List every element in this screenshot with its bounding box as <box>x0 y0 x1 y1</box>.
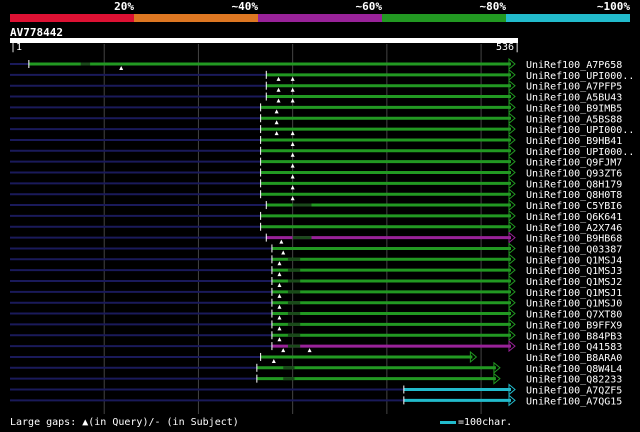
hit-row[interactable]: UniRef100_B9IMB5 <box>10 101 622 114</box>
hit-label[interactable]: UniRef100_Q03387 <box>526 244 622 255</box>
hit-label[interactable]: UniRef100_B9FFX9 <box>526 320 622 331</box>
query-gap-marker-icon <box>277 315 282 320</box>
hit-label[interactable]: UniRef100_Q1MSJ0 <box>526 299 622 310</box>
hit-label[interactable]: UniRef100_A5BS88 <box>526 114 622 125</box>
hit-row[interactable]: UniRef100_A5BU43 <box>10 90 622 104</box>
hit-row[interactable]: UniRef100_Q1MSJ2 <box>10 274 622 288</box>
hit-row[interactable]: UniRef100_Q8H179 <box>10 177 622 190</box>
hit-label[interactable]: UniRef100_Q8H179 <box>526 179 622 190</box>
scale-line-icon <box>440 420 456 424</box>
hit-row[interactable]: UniRef100_B9FFX9 <box>10 318 622 331</box>
hit-row[interactable]: UniRef100_A7PFP5 <box>10 79 622 93</box>
query-gap-marker-icon <box>279 239 284 244</box>
hit-row[interactable]: UniRef100_B8ARA0 <box>10 350 622 364</box>
hit-label[interactable]: UniRef100_A2X746 <box>526 223 622 234</box>
hit-label[interactable]: UniRef100_A7P658 <box>526 60 622 71</box>
hit-row[interactable]: UniRef100_A5BS88 <box>10 112 622 125</box>
hit-row[interactable]: UniRef100_B9HB68 <box>10 231 622 245</box>
hit-row[interactable]: UniRef100_UPI000.. <box>10 68 634 82</box>
hit-row[interactable]: UniRef100_A2X746 <box>10 220 622 234</box>
hit-row[interactable]: UniRef100_Q8H0T8 <box>10 188 622 201</box>
query-gap-marker-icon <box>290 76 295 81</box>
hit-row[interactable]: UniRef100_Q9FJM7 <box>10 155 622 169</box>
query-gap-marker-icon <box>290 141 295 146</box>
hit-row[interactable]: UniRef100_Q82233 <box>10 372 622 386</box>
hit-label[interactable]: UniRef100_Q1MSJ4 <box>526 255 622 266</box>
hit-row[interactable]: UniRef100_Q41583 <box>10 340 622 353</box>
query-gap-marker-icon <box>290 87 295 92</box>
hit-row[interactable]: UniRef100_Q03387 <box>10 242 622 255</box>
query-gap-marker-icon <box>290 174 295 179</box>
scale-text: =100char. <box>458 417 513 428</box>
query-gap-marker-icon <box>307 348 312 353</box>
query-gap-marker-icon <box>274 131 279 136</box>
hit-row[interactable]: UniRef100_B9HB41 <box>10 133 622 147</box>
query-gap-marker-icon <box>290 152 295 157</box>
query-gap-marker-icon <box>277 272 282 277</box>
query-gap-marker-icon <box>281 348 286 353</box>
hit-row[interactable]: UniRef100_Q1MSJ4 <box>10 253 622 266</box>
query-gap-marker-icon <box>277 261 282 266</box>
query-gap-marker-icon <box>290 196 295 201</box>
query-gap-marker-icon <box>276 98 281 103</box>
query-gap-marker-icon <box>281 250 286 255</box>
hit-label[interactable]: UniRef100_A7PFP5 <box>526 82 622 93</box>
query-gap-marker-icon <box>119 66 124 70</box>
query-gap-marker-icon <box>276 76 281 81</box>
hit-label[interactable]: UniRef100_Q1MSJ3 <box>526 266 622 277</box>
hit-label[interactable]: UniRef100_A7QG15 <box>526 396 622 407</box>
query-gap-marker-icon <box>274 120 279 125</box>
scale-legend: =100char. <box>440 417 512 428</box>
hit-label[interactable]: UniRef100_B9IMB5 <box>526 103 622 114</box>
hit-label[interactable]: UniRef100_UPI000.. <box>526 71 634 82</box>
query-gap-marker-icon <box>274 109 279 114</box>
hit-label[interactable]: UniRef100_C5YBI6 <box>526 201 622 212</box>
query-gap-marker-icon <box>277 293 282 298</box>
hit-label[interactable]: UniRef100_B9HB68 <box>526 234 622 245</box>
hit-label[interactable]: UniRef100_Q1MSJ2 <box>526 277 622 288</box>
hit-label[interactable]: UniRef100_A7QZF5 <box>526 386 622 397</box>
hit-label[interactable]: UniRef100_Q1MSJ1 <box>526 288 622 299</box>
hit-row[interactable]: UniRef100_Q8W4L4 <box>10 361 622 375</box>
hit-label[interactable]: UniRef100_Q7XT80 <box>526 310 622 321</box>
alignment-overview: UniRef100_A7P658UniRef100_UPI000..UniRef… <box>10 44 634 414</box>
hit-label[interactable]: UniRef100_Q93ZT6 <box>526 169 622 180</box>
hit-row[interactable]: UniRef100_Q1MSJ0 <box>10 296 622 310</box>
query-gap-marker-icon <box>290 131 295 136</box>
hit-label[interactable]: UniRef100_UPI000.. <box>526 147 634 158</box>
hit-label[interactable]: UniRef100_A5BU43 <box>526 93 622 104</box>
hit-label[interactable]: UniRef100_B9HB41 <box>526 136 622 147</box>
hit-label[interactable]: UniRef100_UPI000.. <box>526 125 634 136</box>
hit-row[interactable]: UniRef100_C5YBI6 <box>10 198 622 212</box>
hit-label[interactable]: UniRef100_B84PB3 <box>526 331 622 342</box>
hit-row[interactable]: UniRef100_A7QG15 <box>10 394 622 407</box>
query-gap-marker-icon <box>290 185 295 190</box>
hit-row[interactable]: UniRef100_Q1MSJ1 <box>10 285 622 299</box>
hit-row[interactable]: UniRef100_B84PB3 <box>10 329 622 342</box>
hit-row[interactable]: UniRef100_Q1MSJ3 <box>10 264 622 277</box>
query-gap-marker-icon <box>277 304 282 309</box>
query-gap-marker-icon <box>290 98 295 103</box>
hit-label[interactable]: UniRef100_Q41583 <box>526 342 622 353</box>
hit-row[interactable]: UniRef100_A7P658 <box>10 57 622 71</box>
query-gap-marker-icon <box>277 326 282 331</box>
hit-row[interactable]: UniRef100_A7QZF5 <box>10 383 622 397</box>
hit-label[interactable]: UniRef100_Q9FJM7 <box>526 158 622 169</box>
hit-label[interactable]: UniRef100_Q8H0T8 <box>526 190 622 201</box>
hit-row[interactable]: UniRef100_Q7XT80 <box>10 307 622 321</box>
hit-row[interactable]: UniRef100_Q6K641 <box>10 209 622 223</box>
gap-legend: Large gaps: ▲(in Query)/- (in Subject) <box>10 417 239 428</box>
query-gap-marker-icon <box>277 337 282 342</box>
hit-label[interactable]: UniRef100_Q8W4L4 <box>526 364 622 375</box>
hit-label[interactable]: UniRef100_B8ARA0 <box>526 353 622 364</box>
hit-label[interactable]: UniRef100_Q82233 <box>526 375 622 386</box>
query-gap-marker-icon <box>290 163 295 168</box>
hit-label[interactable]: UniRef100_Q6K641 <box>526 212 622 223</box>
hit-row[interactable]: UniRef100_Q93ZT6 <box>10 166 622 180</box>
query-gap-marker-icon <box>276 87 281 92</box>
hit-row[interactable]: UniRef100_UPI000.. <box>10 123 634 136</box>
hit-row[interactable]: UniRef100_UPI000.. <box>10 144 634 158</box>
query-gap-marker-icon <box>277 283 282 287</box>
query-gap-marker-icon <box>271 358 276 363</box>
